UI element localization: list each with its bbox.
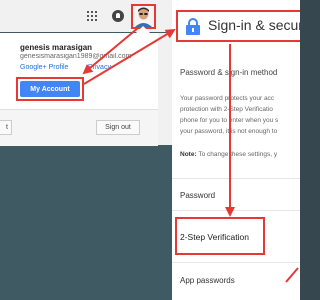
page-edge: [158, 33, 172, 145]
account-popup: genesis marasigan genesismarasigan1989@g…: [0, 26, 158, 146]
my-account-button[interactable]: My Account: [20, 81, 80, 97]
privacy-link[interactable]: Privacy: [88, 64, 111, 71]
apps-icon[interactable]: [87, 11, 97, 21]
description-line: protection with 2-Step Verificatio: [180, 106, 273, 113]
security-panel: Sign-in & secur Password & sign-in metho…: [172, 0, 300, 300]
divider: [172, 262, 300, 263]
description-line: phone for you to enter when you s: [180, 117, 279, 124]
avatar-photo: [133, 6, 154, 27]
google-plus-profile-link[interactable]: Google+ Profile: [20, 64, 68, 71]
settings-note: Note: To change these settings, y: [180, 151, 277, 158]
description-line: your password, it is not enough to: [180, 128, 278, 135]
add-account-button[interactable]: t: [0, 120, 12, 135]
password-description: Your password protects your acc protecti…: [180, 93, 300, 137]
note-text: To change these settings, y: [198, 151, 278, 158]
password-heading: Password & sign-in method: [180, 68, 278, 77]
lock-icon: [186, 18, 200, 35]
app-passwords-row[interactable]: App passwords: [180, 276, 235, 285]
sign-out-button[interactable]: Sign out: [96, 120, 140, 135]
description-line: Your password protects your acc: [180, 95, 275, 102]
account-popup-footer: t Sign out: [0, 109, 158, 146]
divider: [172, 178, 300, 179]
sign-in-security-header[interactable]: Sign-in & secur: [176, 10, 300, 42]
notifications-icon[interactable]: [112, 10, 124, 22]
divider: [172, 210, 300, 211]
password-row[interactable]: Password: [180, 191, 215, 200]
account-email: genesismarasigan1989@gmail.com: [20, 53, 132, 60]
account-name: genesis marasigan: [20, 43, 93, 52]
note-label: Note:: [180, 151, 197, 158]
two-step-verification-row[interactable]: 2-Step Verification: [180, 232, 249, 242]
security-title: Sign-in & secur: [208, 17, 300, 33]
